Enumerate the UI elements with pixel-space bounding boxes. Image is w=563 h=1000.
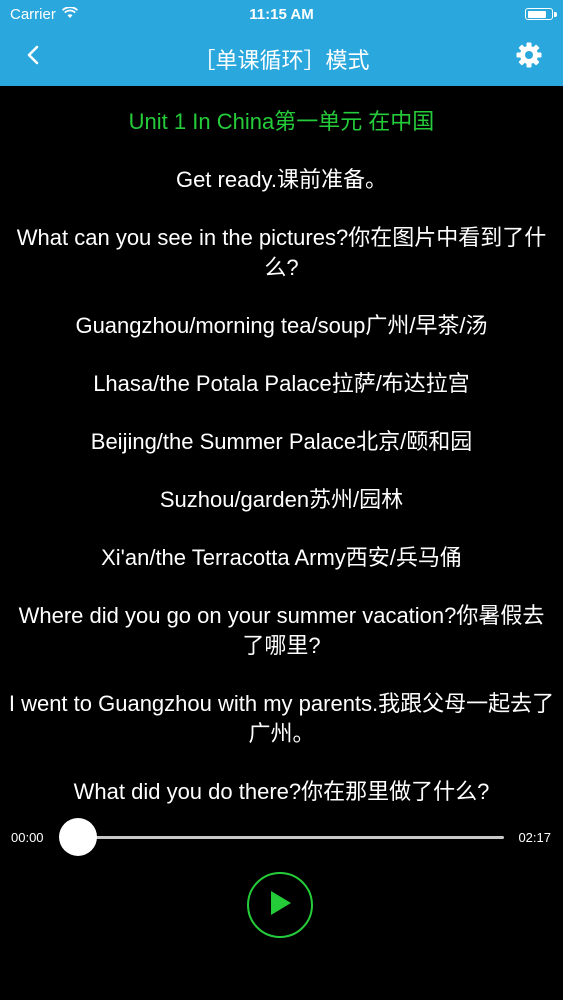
- lesson-line[interactable]: Lhasa/the Potala Palace拉萨/布达拉宫: [8, 369, 555, 399]
- lesson-line[interactable]: I went to Guangzhou with my parents.我跟父母…: [8, 689, 555, 749]
- gear-icon: [515, 41, 543, 74]
- lesson-line[interactable]: Suzhou/garden苏州/园林: [8, 485, 555, 515]
- lesson-line[interactable]: What can you see in the pictures?你在图片中看到…: [8, 223, 555, 283]
- status-bar: Carrier 11:15 AM: [0, 0, 563, 28]
- app-root: Carrier 11:15 AM ［单课循环］模式 Unit 1 In Chin…: [0, 0, 563, 1000]
- battery-fill: [527, 10, 547, 18]
- settings-button[interactable]: [513, 41, 545, 73]
- lesson-line[interactable]: Get ready.课前准备。: [8, 165, 555, 195]
- progress-slider-track[interactable]: [60, 836, 504, 839]
- lesson-title: Unit 1 In China第一单元 在中国: [128, 109, 435, 134]
- chevron-left-icon: [26, 44, 40, 71]
- navigation-bar: ［单课循环］模式: [0, 28, 563, 86]
- battery-icon: [525, 8, 557, 20]
- lesson-line[interactable]: Where did you go on your summer vacation…: [8, 601, 555, 661]
- back-button[interactable]: [18, 42, 48, 72]
- lesson-line[interactable]: Beijing/the Summer Palace北京/颐和园: [8, 427, 555, 457]
- play-icon: [267, 889, 293, 922]
- total-time: 02:17: [518, 830, 551, 845]
- play-button[interactable]: [247, 872, 313, 938]
- progress-slider-thumb[interactable]: [58, 818, 97, 856]
- status-time: 11:15 AM: [249, 6, 314, 23]
- audio-player: 00:00 02:17: [0, 810, 563, 1000]
- page-title: ［单课循环］模式: [193, 48, 370, 73]
- lesson-line[interactable]: What did you do there?你在那里做了什么?: [8, 777, 555, 807]
- lesson-line[interactable]: Guangzhou/morning tea/soup广州/早茶/汤: [8, 311, 555, 341]
- current-time: 00:00: [11, 830, 44, 845]
- lesson-text-area[interactable]: Unit 1 In China第一单元 在中国 Get ready.课前准备。 …: [0, 86, 563, 810]
- lesson-line[interactable]: Xi'an/the Terracotta Army西安/兵马俑: [8, 543, 555, 573]
